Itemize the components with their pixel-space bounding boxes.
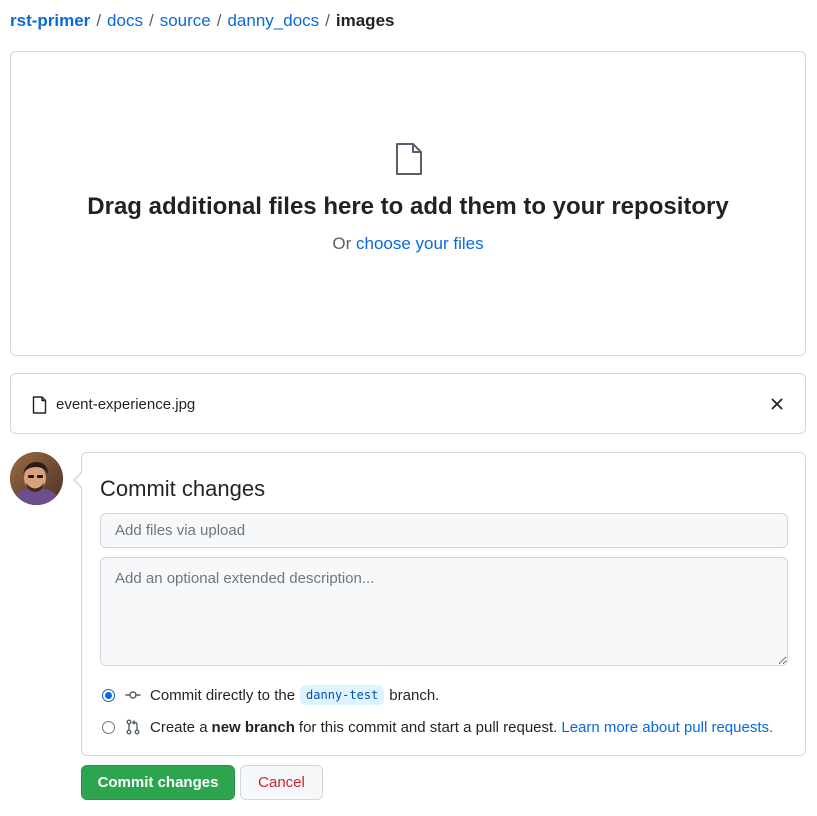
breadcrumb-separator: / <box>325 11 330 30</box>
breadcrumb-repo-link[interactable]: rst-primer <box>10 11 90 30</box>
cancel-button[interactable]: Cancel <box>240 765 323 800</box>
x-icon[interactable] <box>769 396 785 412</box>
dropzone-headline: Drag additional files here to add them t… <box>87 193 729 220</box>
breadcrumb-docs-link[interactable]: docs <box>107 11 143 30</box>
uploaded-file-name: event-experience.jpg <box>56 396 196 413</box>
uploaded-file-row: event-experience.jpg <box>10 373 806 434</box>
file-dropzone[interactable]: Drag additional files here to add them t… <box>10 51 806 356</box>
commit-changes-form: Commit changes Commit directly to the da… <box>73 452 806 756</box>
commit-direct-suffix: branch. <box>389 686 440 704</box>
branch-name-badge: danny-test <box>300 685 385 705</box>
dropzone-subtext: Or choose your files <box>11 233 805 255</box>
new-branch-prefix: Create a <box>150 718 208 736</box>
commit-form-title: Commit changes <box>100 476 266 501</box>
form-caret <box>75 472 83 488</box>
new-branch-radio[interactable] <box>102 720 115 734</box>
commit-changes-button[interactable]: Commit changes <box>81 765 235 800</box>
breadcrumb-danny-docs-link[interactable]: danny_docs <box>227 11 319 30</box>
learn-more-pull-requests-link[interactable]: Learn more about pull requests. <box>561 719 773 736</box>
file-icon <box>396 143 422 175</box>
breadcrumb-separator: / <box>216 11 222 30</box>
choose-files-link[interactable]: choose your files <box>356 234 484 253</box>
commit-direct-option[interactable]: Commit directly to the danny-test branch… <box>102 684 439 706</box>
new-branch-suffix: for this commit and start a pull request… <box>298 718 558 736</box>
avatar <box>10 452 63 505</box>
breadcrumb-source-link[interactable]: source <box>160 11 211 30</box>
breadcrumb: rst-primer / docs / source / danny_docs / images <box>10 10 394 32</box>
breadcrumb-current: images <box>335 11 395 30</box>
commit-direct-radio[interactable] <box>102 688 115 702</box>
git-pull-request-icon <box>126 719 140 735</box>
new-branch-option[interactable]: Create a new branch for this commit and … <box>102 716 773 738</box>
commit-direct-prefix: Commit directly to the <box>150 686 296 704</box>
new-branch-bold: new branch <box>211 718 295 736</box>
file-icon <box>32 396 47 414</box>
commit-description-input[interactable] <box>100 557 788 666</box>
breadcrumb-separator: / <box>96 11 102 30</box>
dropzone-or-text: Or <box>332 234 352 253</box>
breadcrumb-separator: / <box>148 11 154 30</box>
commit-summary-input[interactable] <box>100 513 788 548</box>
git-commit-icon <box>125 691 141 699</box>
